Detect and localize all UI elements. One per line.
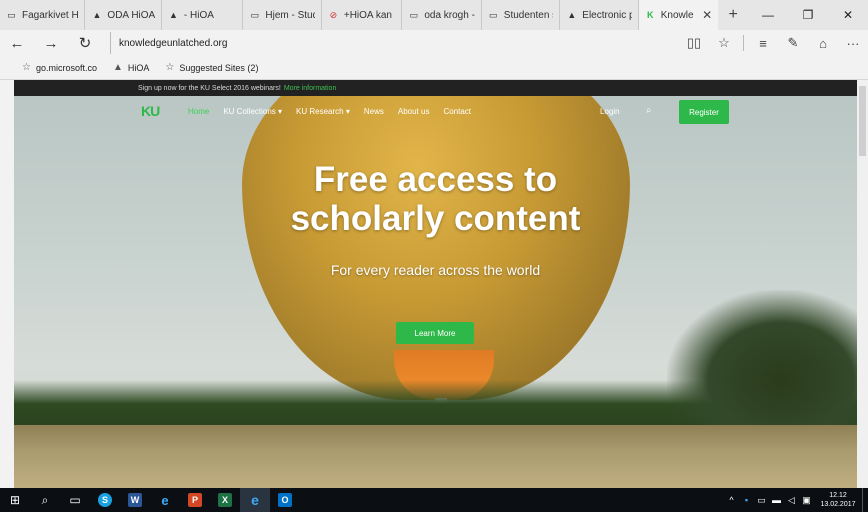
browser-tab[interactable]: ▭ Studenten so <box>482 0 561 30</box>
browser-tab[interactable]: ▭ oda krogh - E <box>402 0 482 30</box>
grass-field-image <box>14 425 857 488</box>
nav-about-us[interactable]: About us <box>398 107 430 116</box>
hioa-icon: ▲ <box>113 62 123 73</box>
ie-button[interactable]: e <box>150 488 180 512</box>
outlook-icon: O <box>278 493 292 507</box>
page-icon: ▭ <box>409 9 419 20</box>
favorite-item[interactable]: ☆ Suggested Sites (2) <box>165 62 258 73</box>
page-icon: ▭ <box>250 9 260 20</box>
browser-tab[interactable]: ⊘ +HiOA kan ku <box>322 0 403 30</box>
ku-logo[interactable]: KU <box>141 103 160 119</box>
promo-link[interactable]: More information <box>284 85 337 92</box>
more-icon[interactable]: ··· <box>838 30 868 56</box>
system-tray: ^ ▪ ▭ ▬ ◁ ▣ 12.12 13.02.2017 <box>724 488 868 512</box>
skype-button[interactable]: S <box>90 488 120 512</box>
edge-icon: e <box>251 492 259 508</box>
web-page: Sign up now for the KU Select 2016 webin… <box>14 80 857 488</box>
restore-button[interactable]: ❐ <box>788 0 828 30</box>
login-link[interactable]: Login <box>600 107 620 116</box>
register-button[interactable]: Register <box>679 100 729 124</box>
browser-tab[interactable]: ▭ Fagarkivet Hi <box>0 0 86 30</box>
nav-home[interactable]: Home <box>188 107 209 116</box>
show-desktop-button[interactable] <box>862 488 868 512</box>
window-controls: — ❐ ✕ <box>748 0 868 30</box>
search-icon[interactable]: ⌕ <box>646 105 652 116</box>
star-add-icon: ☆ <box>22 62 31 73</box>
page-scrollbar[interactable] <box>857 80 868 488</box>
chevron-up-icon[interactable]: ^ <box>724 495 739 505</box>
hub-icon[interactable]: ≡ <box>748 30 778 56</box>
toolbar-actions: ▯▯ ☆ ≡ ✎ ⌂ ··· <box>679 30 868 56</box>
nav-contact[interactable]: Contact <box>443 107 471 116</box>
address-bar[interactable]: knowledgeunlatched.org <box>110 32 670 54</box>
promo-banner: Sign up now for the KU Select 2016 webin… <box>14 80 857 96</box>
excel-icon: X <box>218 493 232 507</box>
site-navigation: KU Home KU Collections ▾ KU Research ▾ N… <box>14 96 857 128</box>
network-icon[interactable]: ▭ <box>754 495 769 506</box>
nav-news[interactable]: News <box>364 107 384 116</box>
minimize-button[interactable]: — <box>748 0 788 30</box>
window-left-edge <box>0 80 14 488</box>
favorite-item[interactable]: ☆ go.microsoft.co <box>22 62 97 73</box>
edge-button[interactable]: e <box>240 488 270 512</box>
hioa-icon: ▲ <box>168 10 178 20</box>
powerpoint-button[interactable]: P <box>180 488 210 512</box>
star-icon: ☆ <box>165 62 175 73</box>
powerpoint-icon: P <box>188 493 202 507</box>
language-icon[interactable]: ▣ <box>799 495 814 506</box>
favorite-item[interactable]: ▲ HiOA <box>113 62 149 73</box>
page-icon: ▭ <box>7 9 16 20</box>
browser-tab-active[interactable]: K Knowledg ✕ <box>638 0 719 30</box>
hero-subtitle: For every reader across the world <box>330 262 541 278</box>
browser-tab[interactable]: ▭ Hjem - Stude <box>243 0 322 30</box>
ku-icon: K <box>647 10 654 20</box>
toolbar-divider <box>743 35 744 51</box>
start-button[interactable]: ⊞ <box>0 488 30 512</box>
stop-icon: ⊘ <box>329 9 338 20</box>
tab-strip: ▭ Fagarkivet Hi ▲ ODA HiOA - I ▲ - HiOA … <box>0 0 868 30</box>
battery-icon[interactable]: ▬ <box>769 495 784 505</box>
page-icon: ▭ <box>489 9 498 20</box>
learn-more-button[interactable]: Learn More <box>396 322 474 344</box>
browser-tab[interactable]: ▲ - HiOA <box>162 0 244 30</box>
word-icon: W <box>128 493 142 507</box>
navigation-bar: ← → ↻ knowledgeunlatched.org ▯▯ ☆ ≡ ✎ ⌂ … <box>0 30 868 56</box>
favorite-star-icon[interactable]: ☆ <box>709 30 739 56</box>
favorites-bar: ☆ go.microsoft.co ▲ HiOA ☆ Suggested Sit… <box>0 56 868 80</box>
forward-button[interactable]: → <box>34 30 68 56</box>
close-tab-icon[interactable]: ✕ <box>702 8 712 22</box>
internet-explorer-icon: e <box>161 492 169 508</box>
volume-icon[interactable]: ◁ <box>784 495 799 506</box>
hero-title: Free access to scholarly content <box>290 160 581 238</box>
hioa-icon: ▲ <box>567 10 577 20</box>
task-view-button[interactable]: ▭ <box>60 488 90 512</box>
browser-tab[interactable]: ▲ Electronic pul <box>560 0 639 30</box>
nav-ku-collections[interactable]: KU Collections ▾ <box>223 107 282 116</box>
back-button[interactable]: ← <box>0 30 34 56</box>
clock[interactable]: 12.12 13.02.2017 <box>814 491 862 509</box>
outlook-button[interactable]: O <box>270 488 300 512</box>
hioa-icon: ▲ <box>92 10 102 20</box>
outlook-tray-icon[interactable]: ▪ <box>739 495 754 505</box>
new-tab-button[interactable]: + <box>718 0 748 30</box>
web-note-icon[interactable]: ✎ <box>778 30 808 56</box>
reading-view-icon[interactable]: ▯▯ <box>679 30 709 56</box>
task-view-icon: ▭ <box>69 493 81 507</box>
refresh-button[interactable]: ↻ <box>68 30 102 56</box>
nav-ku-research[interactable]: KU Research ▾ <box>296 107 350 116</box>
search-icon: ⌕ <box>41 492 49 507</box>
trees-image <box>667 290 857 440</box>
share-icon[interactable]: ⌂ <box>808 30 838 56</box>
scrollbar-thumb[interactable] <box>859 86 866 156</box>
search-button[interactable]: ⌕ <box>30 488 60 512</box>
taskbar: ⊞ ⌕ ▭ S W e P X e O ^ ▪ ▭ ▬ ◁ ▣ 12.12 13… <box>0 488 868 512</box>
windows-icon: ⊞ <box>9 493 21 507</box>
main-menu: Home KU Collections ▾ KU Research ▾ News… <box>188 107 485 116</box>
close-window-button[interactable]: ✕ <box>828 0 868 30</box>
skype-icon: S <box>98 493 112 507</box>
browser-tab[interactable]: ▲ ODA HiOA - I <box>85 0 162 30</box>
word-button[interactable]: W <box>120 488 150 512</box>
excel-button[interactable]: X <box>210 488 240 512</box>
